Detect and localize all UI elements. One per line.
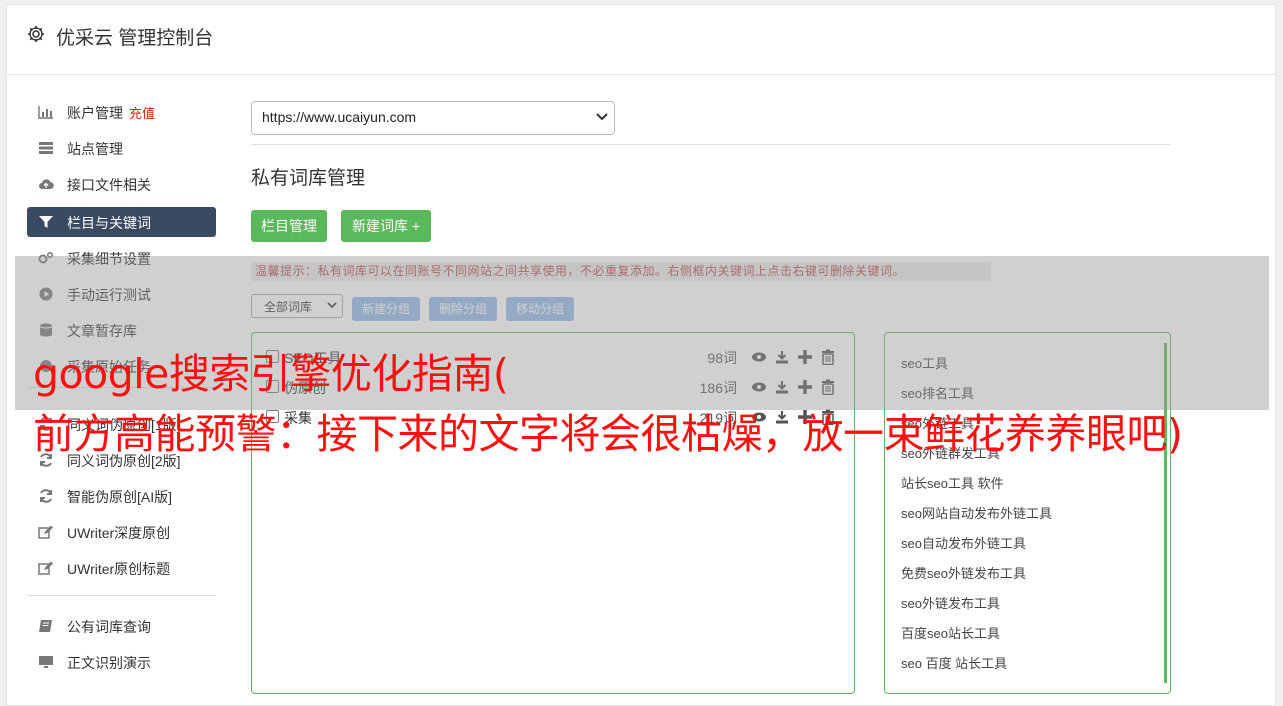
keyword-item[interactable]: seo 百度 站长工具 (901, 653, 1007, 672)
sidebar-item-label: 栏目与关键词 (67, 215, 151, 231)
sidebar-divider (27, 595, 216, 596)
page-header: 优采云 管理控制台 (7, 5, 1275, 75)
filter-icon (39, 216, 53, 228)
sidebar-item-label: UWriter深度原创 (67, 525, 171, 541)
sidebar-item-sites[interactable]: 站点管理 (27, 133, 216, 163)
chevron-down-icon (596, 113, 608, 121)
column-manage-button[interactable]: 栏目管理 (251, 210, 327, 242)
sidebar-item-label: 智能伪原创[AI版] (67, 489, 173, 505)
keyword-item[interactable]: seo网站自动发布外链工具 (901, 503, 1052, 522)
sidebar-item-uwriter-deep[interactable]: UWriter深度原创 (27, 517, 216, 547)
keyword-item[interactable]: 站长seo工具 软件 (901, 473, 1004, 492)
sidebar-item-label: 正文识别演示 (67, 655, 151, 671)
server-icon (39, 142, 53, 154)
overlay-title-line1: google搜索引擎优化指南( (33, 350, 509, 398)
keyword-item[interactable]: seo外链发布工具 (901, 593, 1000, 612)
keyword-item[interactable]: 免费seo外链发布工具 (901, 563, 1026, 582)
sidebar-item-label: 站点管理 (67, 141, 123, 157)
new-lexicon-button[interactable]: 新建词库 + (341, 210, 431, 242)
sidebar-item-api-files[interactable]: 接口文件相关 (27, 169, 216, 199)
keyword-item[interactable]: seo自动发布外链工具 (901, 533, 1026, 552)
refresh-icon (40, 489, 52, 503)
sidebar-item-account[interactable]: 账户管理 充值 (27, 97, 216, 127)
keyword-item[interactable]: 百度seo站长工具 (901, 623, 1000, 642)
cloud-upload-icon (39, 179, 54, 190)
recharge-link[interactable]: 充值 (129, 106, 155, 121)
sidebar-item-label: 账户管理 (67, 105, 123, 121)
overlay-title-line2: 前方高能预警：接下来的文字将会很枯燥，放一束鲜花养养眼吧) (33, 410, 1183, 458)
site-select[interactable]: https://www.ucaiyun.com (251, 101, 615, 135)
bar-chart-icon (38, 106, 53, 119)
sidebar-item-content-detect[interactable]: 正文识别演示 (27, 647, 216, 677)
sidebar-item-columns-keywords[interactable]: 栏目与关键词 (27, 207, 216, 237)
gear-icon (28, 26, 44, 42)
site-select-value: https://www.ucaiyun.com (262, 109, 417, 125)
sidebar-item-label: UWriter原创标题 (67, 561, 171, 577)
sidebar-item-public-lexicon[interactable]: 公有词库查询 (27, 611, 216, 641)
page-title: 优采云 管理控制台 (56, 28, 214, 49)
section-heading: 私有词库管理 (251, 168, 366, 189)
sidebar-item-label: 接口文件相关 (67, 177, 151, 193)
book-icon (39, 620, 52, 632)
sidebar-item-ai-rewrite[interactable]: 智能伪原创[AI版] (27, 481, 216, 511)
edit-icon (38, 525, 53, 539)
sidebar-item-uwriter-title[interactable]: UWriter原创标题 (27, 553, 216, 583)
sidebar-item-label: 公有词库查询 (67, 619, 151, 635)
divider (251, 144, 1171, 145)
edit-icon (38, 561, 53, 575)
